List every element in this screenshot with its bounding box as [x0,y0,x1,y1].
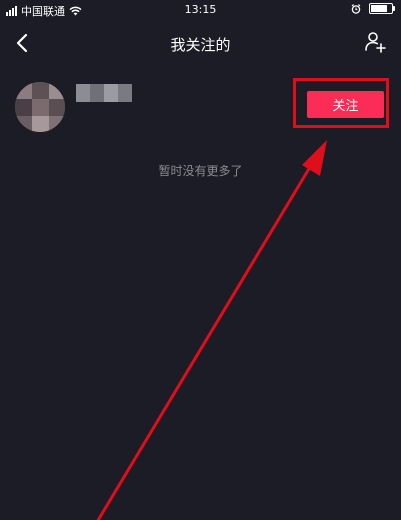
alarm-icon [351,3,361,14]
status-time: 13:15 [184,3,217,16]
status-bar: 中国联通 13:15 [0,0,401,20]
nav-bar: 我关注的 [0,22,401,66]
add-friend-icon[interactable] [363,30,387,54]
status-right [351,3,395,14]
page-title: 我关注的 [170,36,231,54]
list-end-text: 暂时没有更多了 [158,164,243,178]
follow-button[interactable]: 关注 [307,91,384,118]
user-name-blurred [76,84,132,102]
battery-icon [369,3,395,14]
battery-fill [371,5,387,12]
avatar[interactable] [15,82,65,132]
